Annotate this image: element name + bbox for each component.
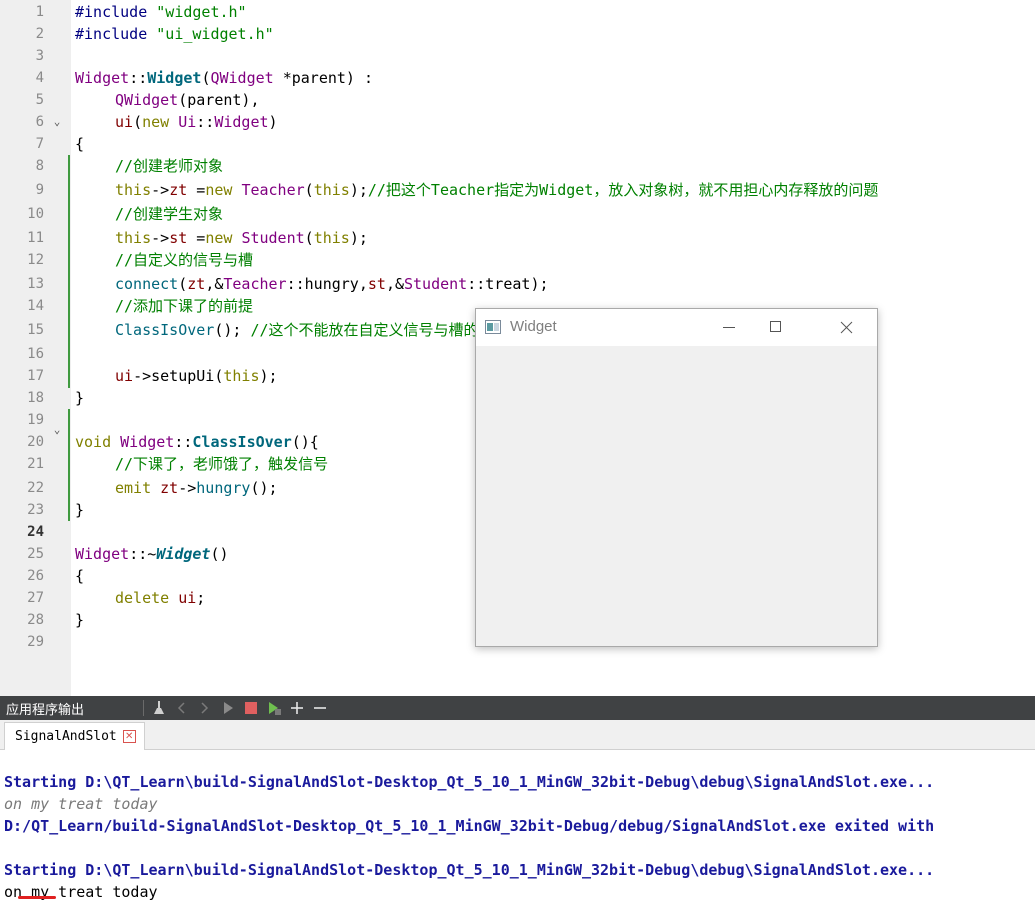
code-line-25: Widget::~Widget() bbox=[75, 545, 229, 563]
line-number: 22 bbox=[27, 480, 44, 496]
code-line-5: QWidget(parent), bbox=[115, 91, 260, 109]
run-icon[interactable] bbox=[219, 698, 237, 718]
code-line-27: delete ui; bbox=[115, 589, 206, 607]
tab-signalandslot[interactable]: SignalAndSlot ✕ bbox=[4, 722, 145, 750]
output-line-exit: D:/QT_Learn/build-SignalAndSlot-Desktop_… bbox=[4, 817, 935, 835]
code-line-14: //添加下课了的前提 bbox=[115, 297, 254, 315]
line-number: 6 bbox=[35, 114, 44, 130]
line-number: 16 bbox=[27, 346, 44, 362]
widget-app-window[interactable]: Widget bbox=[475, 308, 878, 647]
stop-icon[interactable] bbox=[242, 698, 260, 718]
fold-marker-icon[interactable]: ⌄ bbox=[50, 419, 64, 441]
window-title: Widget bbox=[510, 318, 557, 335]
line-number: 8 bbox=[35, 158, 44, 174]
code-line-22: emit zt->hungry(); bbox=[115, 479, 278, 497]
line-number: 17 bbox=[27, 368, 44, 384]
code-line-26: { bbox=[75, 567, 85, 585]
line-number: 21 bbox=[27, 456, 44, 472]
line-number: 13 bbox=[27, 276, 44, 292]
line-number: 11 bbox=[27, 230, 44, 246]
output-pane-toolbar: 应用程序输出 bbox=[0, 696, 1035, 720]
code-line-28: } bbox=[75, 611, 85, 629]
code-line-6: ui(new Ui::Widget) bbox=[115, 113, 278, 131]
prev-icon[interactable] bbox=[173, 698, 191, 718]
window-titlebar[interactable]: Widget bbox=[476, 309, 877, 346]
minimize-icon bbox=[723, 327, 735, 328]
code-line-21: //下课了，老师饿了，触发信号 bbox=[115, 455, 329, 473]
change-bar bbox=[68, 155, 70, 388]
line-number: 2 bbox=[35, 26, 44, 42]
line-number: 24 bbox=[27, 524, 44, 540]
line-number: 3 bbox=[35, 48, 44, 64]
zoom-in-icon[interactable] bbox=[288, 698, 306, 718]
zoom-out-icon[interactable] bbox=[311, 698, 329, 718]
debug-run-icon[interactable] bbox=[265, 698, 283, 718]
tab-close-icon[interactable]: ✕ bbox=[122, 730, 136, 743]
code-line-9: this->zt =new Teacher(this);//把这个Teacher… bbox=[115, 181, 879, 199]
line-number: 25 bbox=[27, 546, 44, 562]
maximize-button[interactable] bbox=[764, 309, 810, 346]
line-number: 19 bbox=[27, 412, 44, 428]
application-output[interactable]: Starting D:\QT_Learn\build-SignalAndSlot… bbox=[0, 750, 1035, 913]
output-pane-title: 应用程序输出 bbox=[6, 703, 85, 718]
window-client-area bbox=[476, 346, 877, 646]
code-line-20: void Widget::ClassIsOver(){ bbox=[75, 433, 319, 451]
fold-marker-icon[interactable]: ⌄ bbox=[50, 111, 64, 133]
tab-label: SignalAndSlot bbox=[15, 729, 117, 744]
output-line-start: Starting D:\QT_Learn\build-SignalAndSlot… bbox=[4, 773, 935, 791]
code-line-17: ui->setupUi(this); bbox=[115, 367, 278, 385]
line-number: 14 bbox=[27, 298, 44, 314]
toolbar-separator bbox=[143, 700, 144, 716]
code-line-2: #include "ui_widget.h" bbox=[75, 25, 274, 43]
line-number: 27 bbox=[27, 590, 44, 606]
code-line-8: //创建老师对象 bbox=[115, 157, 224, 175]
line-number: 20 bbox=[27, 434, 44, 450]
output-line-start: Starting D:\QT_Learn\build-SignalAndSlot… bbox=[4, 861, 935, 879]
qt-window-icon bbox=[485, 320, 501, 334]
line-number: 9 bbox=[35, 182, 44, 198]
output-line-message: on my treat today bbox=[4, 795, 158, 813]
close-button[interactable] bbox=[821, 309, 867, 346]
line-number: 1 bbox=[35, 4, 44, 20]
maximize-icon bbox=[770, 321, 781, 332]
line-number: 18 bbox=[27, 390, 44, 406]
code-line-12: //自定义的信号与槽 bbox=[115, 251, 254, 269]
minimize-button[interactable] bbox=[706, 309, 752, 346]
code-line-4: Widget::Widget(QWidget *parent) : bbox=[75, 69, 374, 87]
annotation-underline bbox=[18, 896, 56, 899]
line-number: 7 bbox=[35, 136, 44, 152]
close-icon bbox=[840, 321, 853, 334]
line-number: 26 bbox=[27, 568, 44, 584]
code-line-23: } bbox=[75, 501, 85, 519]
line-number: 12 bbox=[27, 252, 44, 268]
code-line-1: #include "widget.h" bbox=[75, 3, 247, 21]
output-tab-bar: SignalAndSlot ✕ bbox=[0, 720, 1035, 750]
line-number: 5 bbox=[35, 92, 44, 108]
line-number: 15 bbox=[27, 322, 44, 338]
next-icon[interactable] bbox=[195, 698, 213, 718]
line-number: 4 bbox=[35, 70, 44, 86]
change-bar bbox=[68, 409, 70, 521]
code-line-13: connect(zt,&Teacher::hungry,st,&Student:… bbox=[115, 275, 549, 293]
output-line-message: on my treat today bbox=[4, 883, 158, 901]
clean-icon[interactable] bbox=[150, 698, 168, 718]
code-line-11: this->st =new Student(this); bbox=[115, 229, 368, 247]
line-number: 10 bbox=[27, 206, 44, 222]
code-line-7: { bbox=[75, 135, 85, 153]
code-line-18: } bbox=[75, 389, 85, 407]
code-line-10: //创建学生对象 bbox=[115, 205, 224, 223]
line-number: 29 bbox=[27, 634, 44, 650]
line-number: 28 bbox=[27, 612, 44, 628]
line-number: 23 bbox=[27, 502, 44, 518]
